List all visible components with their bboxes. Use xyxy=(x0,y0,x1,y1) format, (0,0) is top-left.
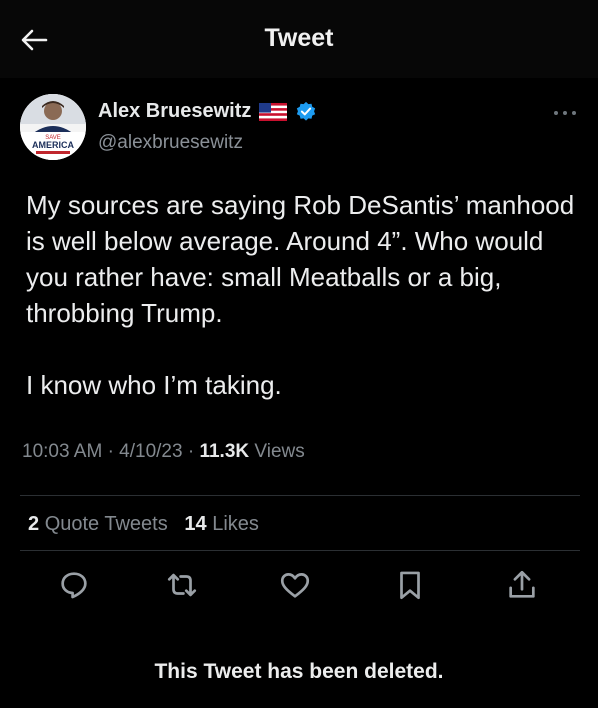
tweet-text: My sources are saying Rob DeSantis’ manh… xyxy=(26,190,575,400)
us-flag-icon xyxy=(259,102,288,121)
quote-label: Quote Tweets xyxy=(44,513,168,535)
author-name[interactable]: Alex Bruesewitz xyxy=(98,100,251,123)
share-icon[interactable] xyxy=(505,568,539,602)
reply-icon[interactable] xyxy=(57,568,91,602)
quote-count: 2 xyxy=(28,513,40,535)
top-bar: Tweet xyxy=(0,0,598,78)
views-label: Views xyxy=(254,441,305,462)
author-handle[interactable]: @alexbruesewitz xyxy=(98,132,243,154)
tweet-meta: 10:03 AM · 4/10/23 · 11.3K Views xyxy=(22,441,305,463)
more-options-icon[interactable] xyxy=(552,107,578,119)
quote-tweets-link[interactable]: 2 Quote Tweets xyxy=(28,513,168,535)
meta-separator: · xyxy=(187,441,200,462)
avatar-image: SAVE AMERICA xyxy=(20,94,86,160)
likes-link[interactable]: 14 Likes xyxy=(184,513,259,535)
likes-count: 14 xyxy=(184,513,207,535)
like-heart-icon[interactable] xyxy=(278,568,312,602)
divider xyxy=(20,495,580,496)
meta-separator: · xyxy=(107,441,120,462)
author-name-row[interactable]: Alex Bruesewitz xyxy=(98,100,317,123)
avatar[interactable]: SAVE AMERICA xyxy=(20,94,86,160)
page-title: Tweet xyxy=(264,24,334,52)
avatar-text-america: AMERICA xyxy=(32,140,74,150)
tweet-time[interactable]: 10:03 AM xyxy=(22,441,102,462)
tweet-date[interactable]: 4/10/23 xyxy=(119,441,182,462)
deleted-notice: This Tweet has been deleted. xyxy=(154,660,444,683)
likes-label: Likes xyxy=(212,513,259,535)
verified-badge-icon xyxy=(297,101,316,121)
views-count: 11.3K xyxy=(199,441,250,462)
tweet-stats: 2 Quote Tweets 14 Likes xyxy=(28,513,259,536)
retweet-icon[interactable] xyxy=(165,568,199,602)
bookmark-icon[interactable] xyxy=(393,568,427,602)
divider xyxy=(20,550,580,551)
